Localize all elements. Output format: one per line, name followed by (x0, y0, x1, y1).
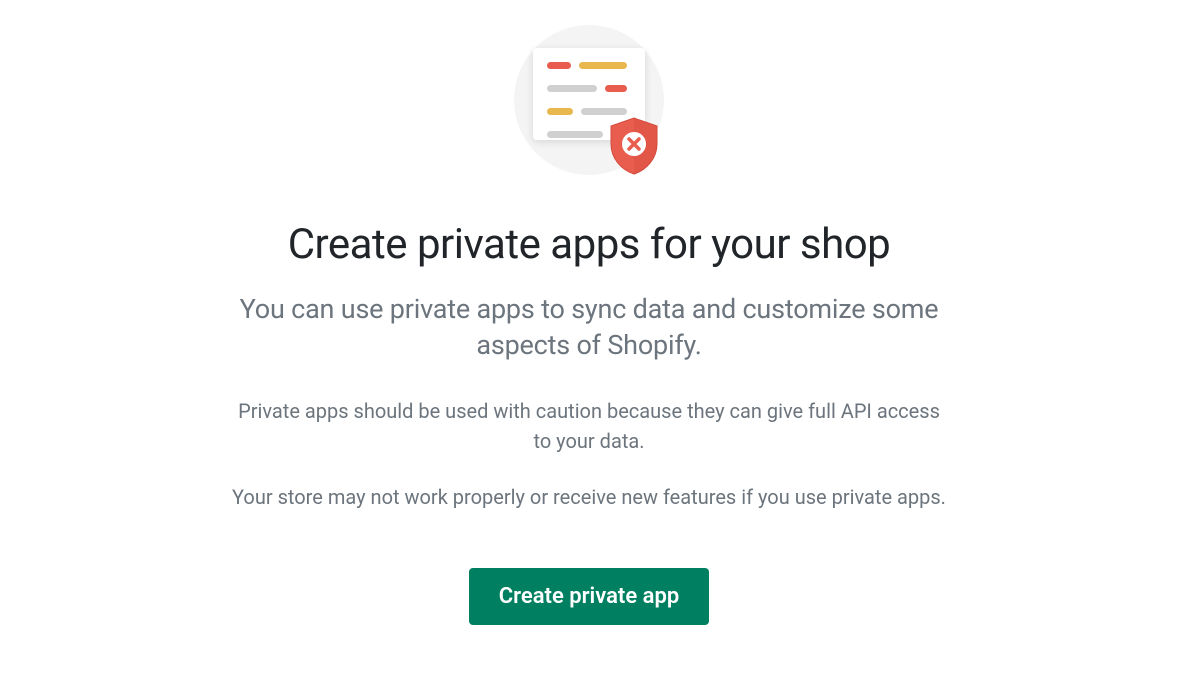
page-subtitle: You can use private apps to sync data an… (229, 291, 949, 364)
content-area: Create private apps for your shop You ca… (229, 220, 949, 625)
warning-text: Your store may not work properly or rece… (229, 482, 949, 512)
page-title: Create private apps for your shop (229, 220, 949, 269)
caution-text: Private apps should be used with caution… (229, 396, 949, 456)
create-private-app-button[interactable]: Create private app (469, 568, 709, 625)
shield-x-icon (607, 116, 661, 176)
illustration-document-shield (509, 20, 669, 180)
